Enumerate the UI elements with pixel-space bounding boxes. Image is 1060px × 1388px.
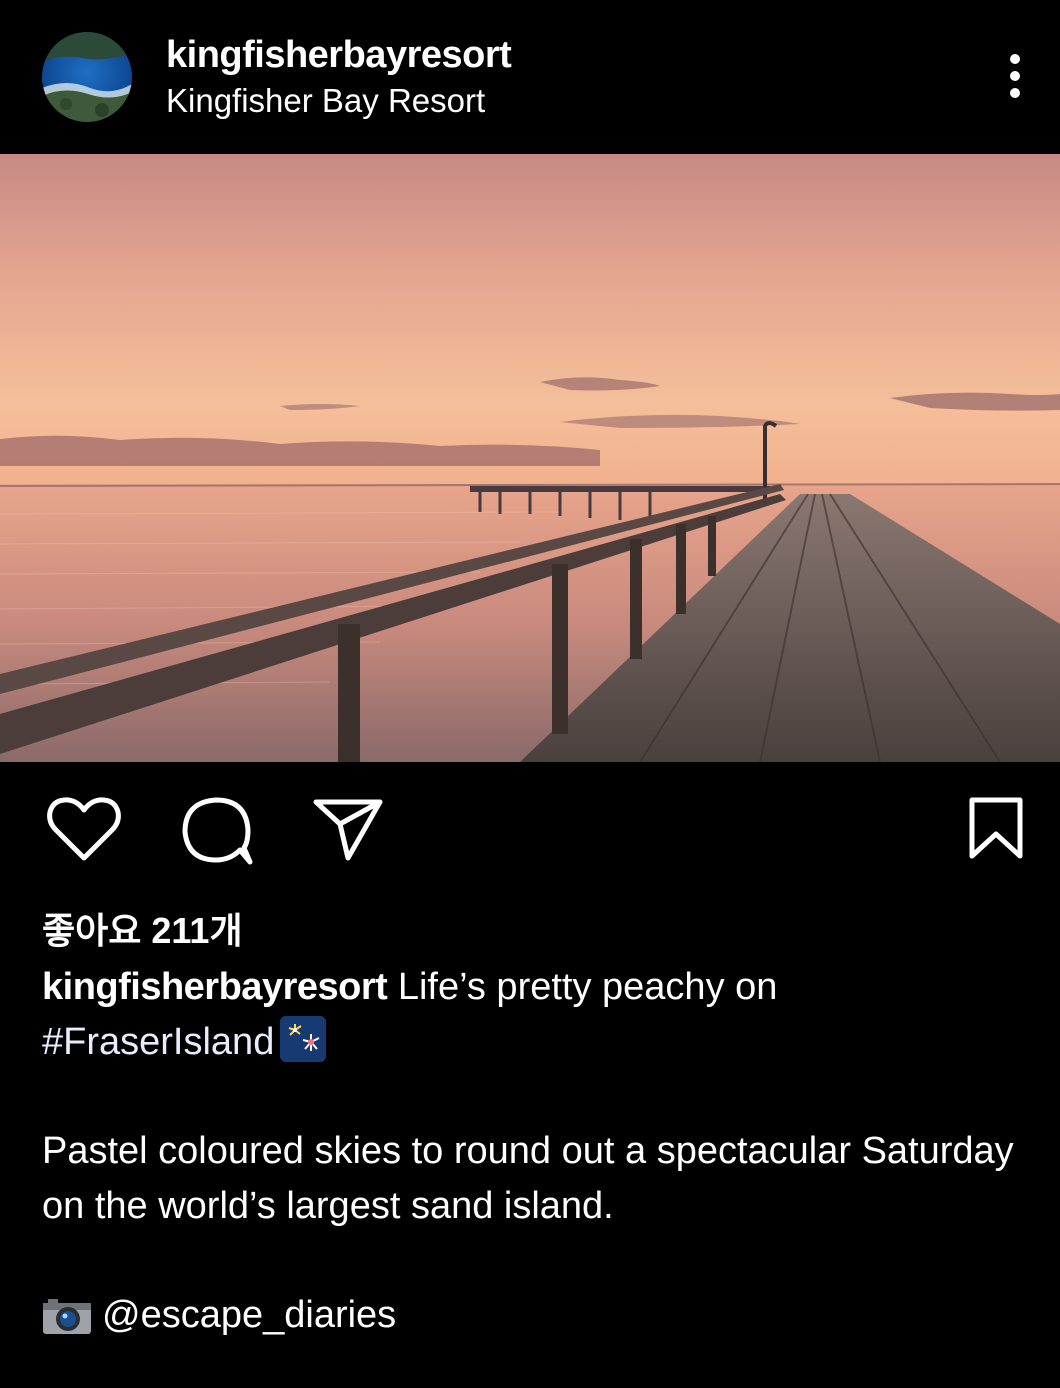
caption: kingfisherbayresort Life’s pretty peachy… <box>42 960 1002 1070</box>
caption-username[interactable]: kingfisherbayresort <box>42 966 388 1008</box>
caption-hashtag[interactable]: #FraserIsland <box>42 1021 274 1063</box>
heart-icon[interactable] <box>46 796 122 864</box>
post-username[interactable]: kingfisherbayresort <box>166 34 512 77</box>
photo-credit: @escape_diaries <box>42 1288 396 1343</box>
fireworks-emoji <box>280 1016 327 1062</box>
paper-plane-icon[interactable] <box>312 796 384 864</box>
caption-text: Life’s pretty peachy on <box>387 966 778 1008</box>
more-options-icon[interactable] <box>990 46 1040 106</box>
caption-description: Pastel coloured skies to round out a spe… <box>42 1130 1014 1227</box>
profile-avatar[interactable] <box>42 32 132 122</box>
action-bar <box>0 762 1060 892</box>
camera-icon <box>42 1296 92 1336</box>
credit-handle[interactable]: @escape_diaries <box>102 1288 396 1343</box>
bookmark-icon[interactable] <box>966 796 1026 862</box>
post-header: kingfisherbayresort Kingfisher Bay Resor… <box>0 0 1060 154</box>
post-location[interactable]: Kingfisher Bay Resort <box>166 82 485 120</box>
post-photo[interactable] <box>0 154 1060 762</box>
comment-bubble-icon[interactable] <box>180 794 254 866</box>
likes-count[interactable]: 좋아요 211개 <box>42 902 243 954</box>
